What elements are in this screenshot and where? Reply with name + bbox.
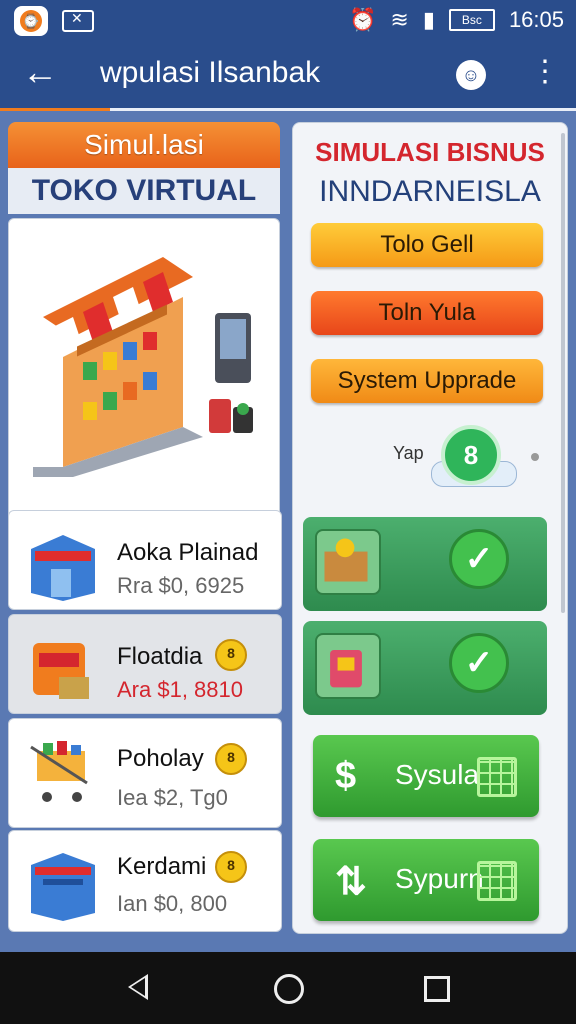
status-label: Yap bbox=[393, 443, 424, 463]
app-title: wpulasi Ilsanbak bbox=[100, 56, 321, 89]
system-upgrade-button[interactable]: System Upprade bbox=[311, 359, 543, 403]
shopping-cart-icon bbox=[30, 741, 88, 802]
warehouse-box-icon bbox=[31, 853, 95, 921]
action-tile[interactable]: ✓ bbox=[303, 621, 547, 715]
item-price: Iea $2, Tg0 bbox=[117, 785, 228, 810]
signal-icon: ▮ bbox=[422, 7, 435, 32]
account-icon[interactable]: ☺ bbox=[456, 60, 486, 90]
item-name: Floatdia bbox=[117, 643, 203, 670]
nav-back-icon[interactable] bbox=[128, 974, 148, 1000]
left-header-bottom: TOKO VIRTUAL bbox=[8, 168, 280, 214]
wifi-icon: ≋ bbox=[390, 7, 409, 32]
action-tile[interactable]: ✓ bbox=[303, 517, 547, 611]
status-bar: ⌚ ⏰ ≋ ▮ Bsc 16:05 bbox=[0, 0, 576, 40]
back-arrow-icon[interactable]: ← bbox=[22, 52, 58, 92]
bag-icon bbox=[315, 633, 381, 699]
sysula-label: Sysula bbox=[395, 759, 480, 790]
indicator-dot bbox=[531, 453, 539, 461]
status-right: ⏰ ≋ ▮ Bsc 16:05 bbox=[349, 7, 564, 33]
box-icon bbox=[315, 529, 381, 595]
sypurn-label: Sypurn bbox=[395, 863, 484, 894]
cast-icon bbox=[62, 10, 94, 32]
item-price: Ara $1, 8810 bbox=[117, 677, 243, 702]
nav-home-icon[interactable] bbox=[274, 974, 304, 1004]
recycle-arrow-icon: ⇅ bbox=[335, 861, 367, 903]
coin-icon: 8 bbox=[215, 743, 247, 775]
vending-machine-icon bbox=[209, 313, 253, 433]
item-name: Poholay bbox=[117, 745, 204, 772]
check-icon: ✓ bbox=[449, 529, 509, 589]
list-item[interactable]: Aoka Plainad Rra $0, 6925 bbox=[8, 510, 282, 610]
check-icon: ✓ bbox=[449, 633, 509, 693]
app-notification-icon: ⌚ bbox=[14, 6, 48, 36]
calculator-icon bbox=[477, 861, 517, 901]
list-item[interactable]: Floatdia 8 Ara $1, 8810 bbox=[8, 614, 282, 714]
item-price: Rra $0, 6925 bbox=[117, 573, 245, 598]
battery-icon: Bsc bbox=[448, 9, 495, 31]
panel-title: SIMULASI BISNUS bbox=[315, 137, 545, 167]
more-vert-icon[interactable]: ⋮ bbox=[530, 52, 560, 92]
app-bar: ← wpulasi Ilsanbak ☺ ⋮ bbox=[0, 40, 576, 111]
item-name: Kerdami bbox=[117, 853, 207, 880]
toln-yula-button[interactable]: Toln Yula bbox=[311, 291, 543, 335]
app-bar-accent-line bbox=[0, 108, 110, 111]
status-left: ⌚ bbox=[14, 6, 94, 36]
alarm-icon: ⏰ bbox=[348, 7, 377, 32]
sypurn-button[interactable]: ⇅ Sypurn bbox=[313, 839, 539, 921]
nav-recents-icon[interactable] bbox=[424, 976, 450, 1002]
coin-icon: 8 bbox=[215, 851, 247, 883]
system-nav-bar bbox=[0, 952, 576, 1024]
list-item[interactable]: Poholay 8 Iea $2, Tg0 bbox=[8, 718, 282, 828]
tolo-gell-button[interactable]: Tolo Gell bbox=[311, 223, 543, 267]
coin-icon: 8 bbox=[215, 639, 247, 671]
status-badge: 8 bbox=[441, 425, 501, 485]
right-panel: SIMULASI BISNUS INNDARNEISLA Tolo Gell T… bbox=[292, 122, 568, 934]
shop-building-icon bbox=[31, 535, 95, 601]
market-stall-icon bbox=[33, 643, 89, 699]
status-time: 16:05 bbox=[508, 7, 564, 32]
storefront-illustration-icon bbox=[33, 257, 203, 477]
left-header-top: Simul.lasi bbox=[8, 122, 280, 168]
calculator-icon bbox=[477, 757, 517, 797]
item-price: Ian $0, 800 bbox=[117, 891, 228, 916]
dollar-gear-icon: $ bbox=[335, 755, 357, 797]
item-name: Aoka Plainad bbox=[117, 539, 259, 566]
panel-subtitle: INNDARNEISLA bbox=[319, 175, 541, 208]
sysula-button[interactable]: $ Sysula bbox=[313, 735, 539, 817]
list-item[interactable]: Kerdami 8 Ian $0, 800 bbox=[8, 830, 282, 932]
